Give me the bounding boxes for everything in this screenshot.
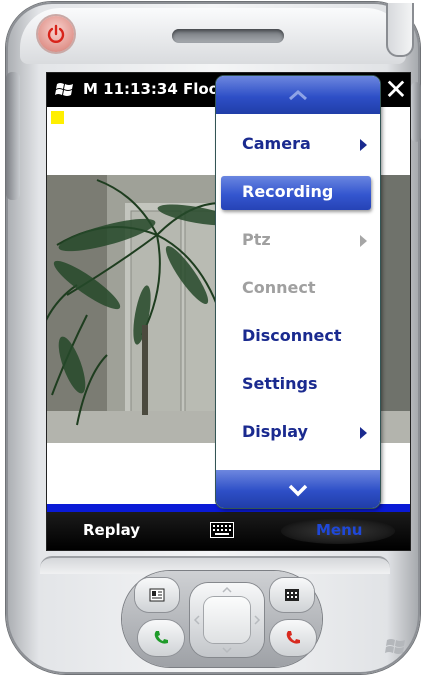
- menu-item-label: Ptz: [242, 230, 271, 249]
- menu-item-settings[interactable]: Settings: [216, 366, 380, 404]
- menu-item-disconnect[interactable]: Disconnect: [216, 318, 380, 356]
- dpad-arrows-icon: [193, 586, 261, 654]
- menu-item-label: Recording: [242, 182, 334, 201]
- contacts-button[interactable]: [135, 578, 179, 612]
- menu-item-label: Disconnect: [242, 326, 342, 345]
- title-bar-text: M 11:13:34 Floo: [83, 80, 219, 98]
- chevron-down-icon: [288, 484, 308, 497]
- close-icon[interactable]: ✕: [383, 75, 409, 105]
- status-indicator: [51, 111, 64, 124]
- menu-scroll-up-button[interactable]: [216, 76, 380, 114]
- menu-item-ptz: Ptz: [216, 222, 380, 260]
- chevron-up-icon: [289, 90, 307, 101]
- submenu-arrow-icon: [360, 427, 367, 439]
- menu-item-label: Connect: [242, 278, 316, 297]
- keyboard-icon[interactable]: [210, 522, 234, 538]
- directional-pad[interactable]: [190, 583, 264, 657]
- calendar-icon: [285, 589, 299, 601]
- power-icon: [47, 24, 65, 43]
- windows-logo-icon: [385, 639, 405, 654]
- submenu-arrow-icon: [360, 235, 367, 247]
- contacts-icon: [149, 588, 165, 602]
- menu-item-connect: Connect: [216, 270, 380, 308]
- call-button[interactable]: [138, 620, 184, 656]
- power-button[interactable]: [38, 16, 74, 52]
- calendar-button[interactable]: [270, 578, 314, 612]
- end-call-button[interactable]: [270, 620, 316, 656]
- windows-flag-icon[interactable]: [55, 81, 75, 99]
- menu-item-label: Settings: [242, 374, 318, 393]
- softkey-replay[interactable]: Replay: [83, 521, 140, 539]
- end-call-icon: [286, 631, 300, 644]
- popup-menu: Camera Recording Ptz Connect Disconnect …: [216, 76, 380, 508]
- side-button-left[interactable]: [6, 72, 20, 200]
- menu-item-display[interactable]: Display: [216, 414, 380, 452]
- submenu-arrow-icon: [360, 139, 367, 151]
- stylus-slot[interactable]: [386, 3, 414, 57]
- side-button-right[interactable]: [411, 82, 421, 142]
- earpiece-speaker: [172, 29, 284, 43]
- softkey-menu[interactable]: Menu: [316, 521, 362, 539]
- menu-item-camera[interactable]: Camera: [216, 126, 380, 164]
- softkey-bar: Replay Menu: [47, 512, 410, 550]
- menu-item-label: Camera: [242, 134, 311, 153]
- menu-scroll-down-button[interactable]: [216, 470, 380, 508]
- menu-item-recording[interactable]: Recording: [216, 174, 380, 212]
- menu-item-label: Display: [242, 422, 308, 441]
- call-icon: [154, 631, 168, 644]
